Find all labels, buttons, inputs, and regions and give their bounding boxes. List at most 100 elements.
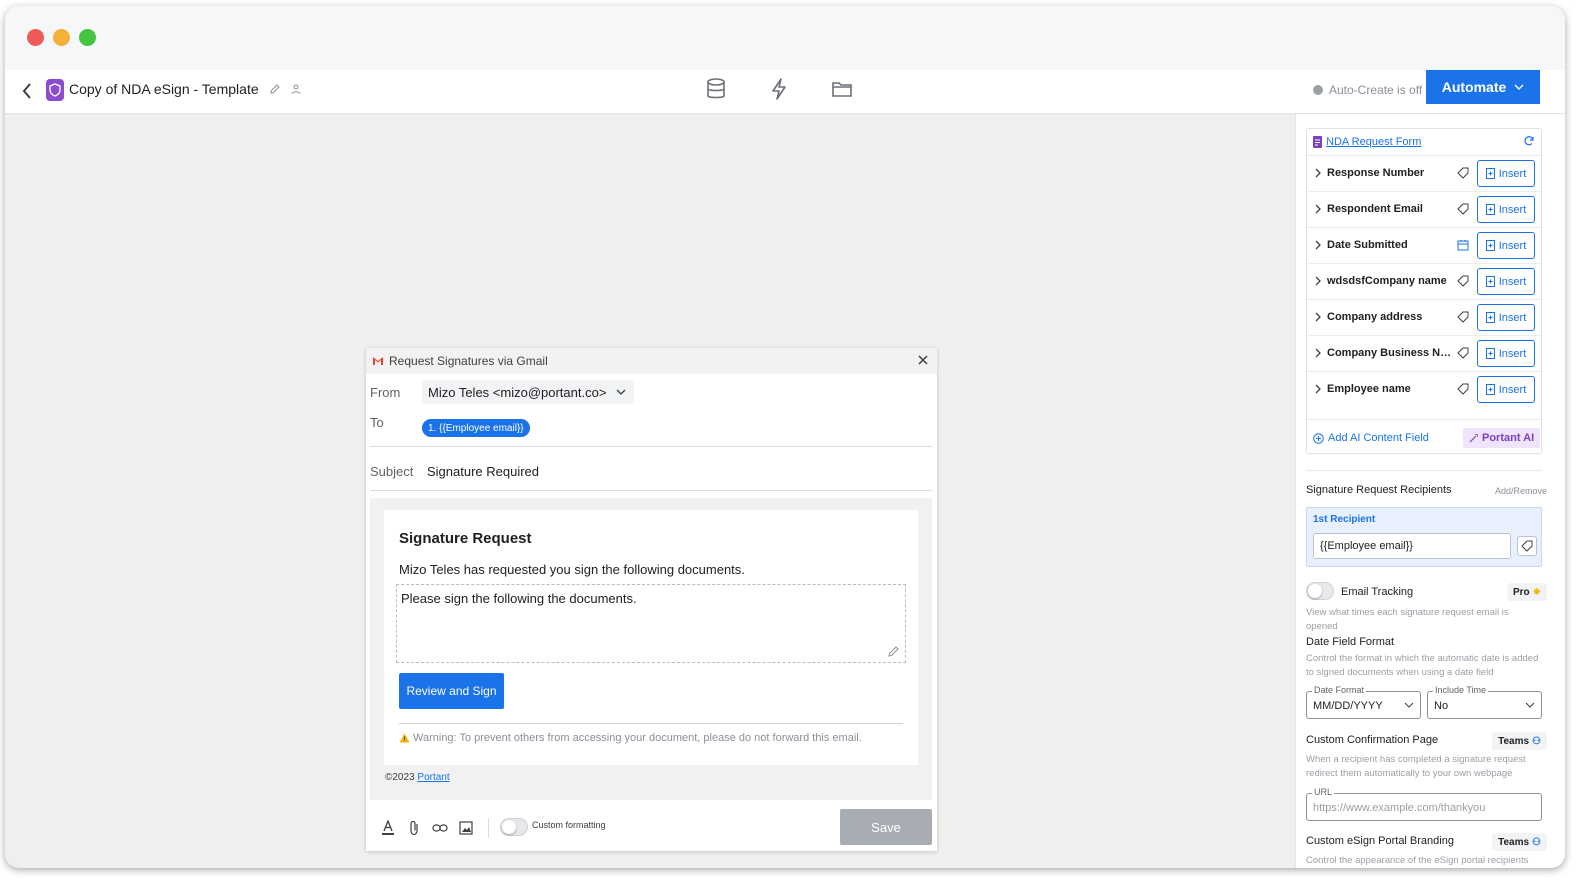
tag-icon <box>1457 382 1471 396</box>
date-format-desc: Control the format in which the automati… <box>1306 653 1539 678</box>
app-window: Copy of NDA eSign - Template Auto-Create… <box>5 6 1565 868</box>
form-field-row[interactable]: Response Number Insert <box>1307 155 1541 191</box>
chevron-right-icon[interactable] <box>1313 383 1323 395</box>
branding-title: Custom eSign Portal Branding <box>1306 835 1454 847</box>
minimize-window-button[interactable] <box>53 29 70 46</box>
field-name: Respondent Email <box>1327 203 1423 215</box>
tag-icon[interactable] <box>1517 536 1537 556</box>
form-field-row[interactable]: Company address Insert <box>1307 299 1541 335</box>
close-window-button[interactable] <box>27 29 44 46</box>
from-select[interactable]: Mizo Teles <mizo@portant.co> <box>422 380 635 404</box>
insert-doc-icon <box>1485 204 1495 215</box>
insert-button[interactable]: Insert <box>1477 268 1535 295</box>
form-field-row[interactable]: Respondent Email Insert <box>1307 191 1541 227</box>
back-arrow-icon[interactable] <box>19 80 37 102</box>
link-icon[interactable] <box>432 820 448 836</box>
tag-icon <box>1457 274 1471 288</box>
field-name: wdsdsfCompany name <box>1327 275 1447 287</box>
divider <box>399 723 903 724</box>
insert-button[interactable]: Insert <box>1477 340 1535 367</box>
portant-link[interactable]: Portant <box>417 772 449 783</box>
form-link[interactable]: NDA Request Form <box>1326 136 1421 148</box>
field-name: Employee name <box>1327 383 1411 395</box>
insert-doc-icon <box>1485 168 1495 179</box>
title-bar <box>5 6 1565 70</box>
insert-button[interactable]: Insert <box>1477 232 1535 259</box>
form-field-row[interactable]: Date Submitted Insert <box>1307 227 1541 263</box>
email-footer: ©2023 Portant <box>385 772 450 783</box>
email-tracking-toggle[interactable] <box>1306 582 1334 600</box>
review-and-sign-button[interactable]: Review and Sign <box>399 673 504 709</box>
recipient-card: 1st Recipient {{Employee email}} <box>1306 507 1542 567</box>
plus-circle-icon <box>1313 432 1324 444</box>
divider <box>370 490 932 491</box>
custom-formatting-label: Custom formatting <box>532 820 606 830</box>
save-button[interactable]: Save <box>840 809 932 845</box>
date-format-title: Date Field Format <box>1306 636 1395 648</box>
gmail-signature-dialog: Request Signatures via Gmail From Mizo T… <box>366 348 937 851</box>
pencil-icon[interactable] <box>887 644 901 658</box>
insert-button[interactable]: Insert <box>1477 376 1535 403</box>
add-remove-link[interactable]: Add/Remove <box>1495 486 1547 496</box>
chevron-down-icon <box>1514 84 1524 90</box>
form-field-row[interactable]: Company Business Num... Insert <box>1307 335 1541 371</box>
url-input[interactable]: URL https://www.example.com/thankyou <box>1306 787 1542 821</box>
database-icon[interactable] <box>702 74 730 104</box>
confirmation-page-title: Custom Confirmation Page <box>1306 734 1439 746</box>
autocreate-status[interactable]: Auto-Create is off <box>1313 83 1422 97</box>
chevron-right-icon[interactable] <box>1313 203 1323 215</box>
form-field-row[interactable]: Employee name Insert <box>1307 371 1541 407</box>
pro-badge: Pro ✷ <box>1506 583 1547 601</box>
date-format-select[interactable]: Date Format MM/DD/YYYY <box>1306 685 1421 719</box>
subject-label: Subject <box>370 464 414 479</box>
toolbar-divider <box>488 818 489 838</box>
insert-doc-icon <box>1485 384 1495 395</box>
image-icon[interactable] <box>458 820 474 836</box>
chevron-right-icon[interactable] <box>1313 167 1323 179</box>
email-heading: Signature Request <box>399 530 532 547</box>
insert-button[interactable]: Insert <box>1477 160 1535 187</box>
email-tracking-title: Email Tracking <box>1341 586 1414 598</box>
calendar-icon <box>1457 238 1471 252</box>
add-ai-content-field-button[interactable]: Add AI Content Field <box>1313 432 1429 444</box>
form-header: NDA Request Form <box>1307 129 1541 155</box>
include-time-select[interactable]: Include Time No <box>1427 685 1542 719</box>
maximize-window-button[interactable] <box>79 29 96 46</box>
portant-ai-button[interactable]: Portant AI <box>1463 428 1541 448</box>
chevron-right-icon[interactable] <box>1313 311 1323 323</box>
insert-button[interactable]: Insert <box>1477 196 1535 223</box>
insert-doc-icon <box>1485 276 1495 287</box>
insert-button[interactable]: Insert <box>1477 304 1535 331</box>
status-dot-icon <box>1313 85 1323 95</box>
close-icon[interactable] <box>915 352 931 368</box>
chevron-right-icon[interactable] <box>1313 347 1323 359</box>
insert-doc-icon <box>1485 240 1495 251</box>
recipient-chip[interactable]: 1. {{Employee email}} <box>422 419 530 437</box>
automate-button[interactable]: Automate <box>1426 70 1540 104</box>
attachment-icon[interactable] <box>406 820 422 836</box>
team-icon[interactable] <box>290 82 302 98</box>
document-title[interactable]: Copy of NDA eSign - Template <box>69 81 259 97</box>
field-name: Date Submitted <box>1327 239 1408 251</box>
magic-wand-icon <box>1469 434 1478 443</box>
gmail-icon <box>373 357 383 365</box>
subject-input[interactable]: Signature Required <box>427 464 539 479</box>
branding-desc: Control the appearance of the eSign port… <box>1306 855 1529 866</box>
email-preview-card: Signature Request Mizo Teles has request… <box>384 510 918 765</box>
recipient-email-input[interactable]: {{Employee email}} <box>1313 533 1511 559</box>
tag-icon <box>1457 310 1471 324</box>
dialog-footer: Custom formatting Save <box>366 800 937 851</box>
chevron-right-icon[interactable] <box>1313 275 1323 287</box>
recipient-label: 1st Recipient <box>1313 514 1376 525</box>
custom-formatting-toggle[interactable] <box>500 818 528 836</box>
message-textarea[interactable]: Please sign the following the documents. <box>396 584 906 663</box>
lightning-icon[interactable] <box>765 74 793 104</box>
chevron-right-icon[interactable] <box>1313 239 1323 251</box>
divider <box>1306 470 1542 471</box>
pencil-icon[interactable] <box>269 82 281 98</box>
form-field-row[interactable]: wdsdsfCompany name Insert <box>1307 263 1541 299</box>
text-color-icon[interactable] <box>380 820 396 836</box>
folder-icon[interactable] <box>828 74 856 104</box>
field-name: Company address <box>1327 311 1423 323</box>
refresh-icon[interactable] <box>1523 135 1535 147</box>
